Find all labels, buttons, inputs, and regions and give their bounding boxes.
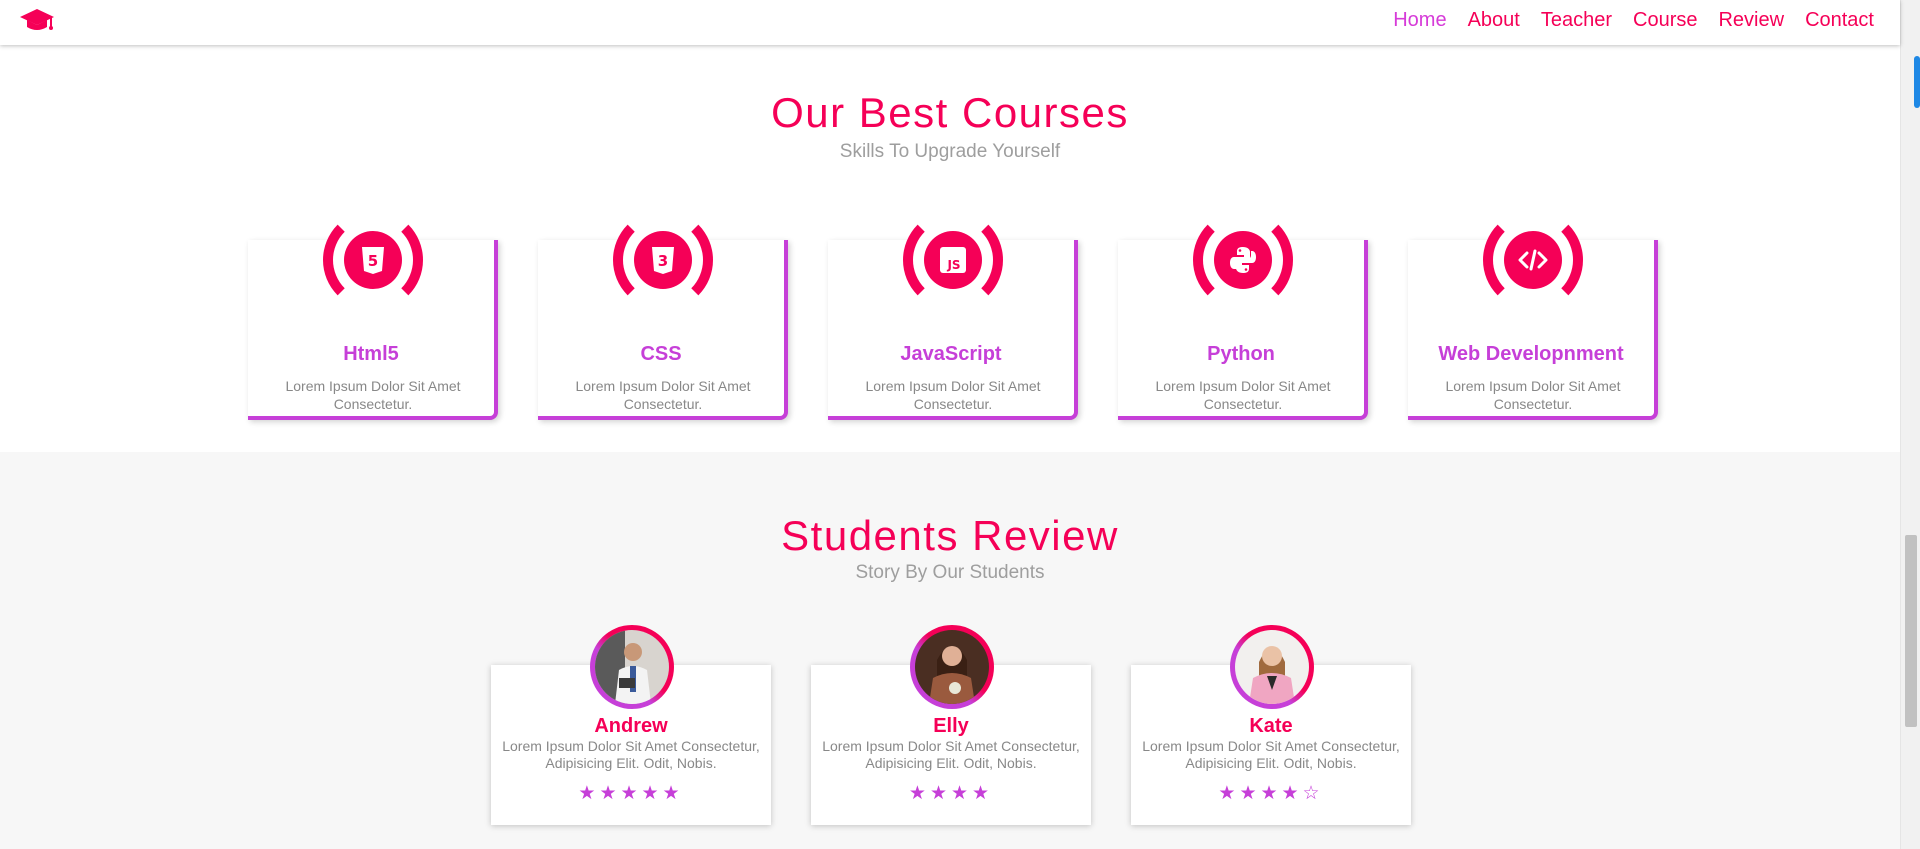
- course-desc: Lorem Ipsum Dolor Sit Amet Consectetur.: [575, 378, 751, 412]
- main-nav: Home About Teacher Course Review Contact: [1372, 0, 1874, 40]
- course-card-javascript[interactable]: JS JavaScript Lorem Ipsum Dolor Sit Amet…: [828, 210, 1078, 420]
- course-name: Python: [1207, 343, 1275, 365]
- course-desc: Lorem Ipsum Dolor Sit Amet Consectetur.: [1445, 378, 1621, 412]
- svg-text:3: 3: [658, 252, 668, 270]
- course-name: JavaScript: [900, 343, 1002, 365]
- course-name: Web Developnment: [1438, 343, 1624, 365]
- nav-review[interactable]: Review: [1718, 9, 1784, 32]
- avatar: [590, 625, 674, 709]
- scrollbar-thumb[interactable]: [1905, 535, 1917, 727]
- icon-ring: JS: [903, 210, 1003, 310]
- avatar-photo: [915, 630, 989, 704]
- nav-contact[interactable]: Contact: [1805, 9, 1874, 32]
- reviews-title: Students Review: [781, 512, 1119, 559]
- review-name: Kate: [1249, 715, 1293, 737]
- course-desc: Lorem Ipsum Dolor Sit Amet Consectetur.: [865, 378, 1041, 412]
- course-card-html5[interactable]: 5 Html5 Lorem Ipsum Dolor Sit Amet Conse…: [248, 210, 498, 420]
- star-rating-icon: ★★★★: [908, 783, 994, 804]
- course-card-python[interactable]: Python Lorem Ipsum Dolor Sit Amet Consec…: [1118, 210, 1368, 420]
- courses-section: Our Best Courses Skills To Upgrade Yours…: [0, 45, 1900, 452]
- scroll-indicator: [1914, 56, 1920, 108]
- nav-about[interactable]: About: [1468, 9, 1520, 32]
- site-header: Home About Teacher Course Review Contact: [0, 0, 1900, 45]
- javascript-icon: JS: [924, 231, 982, 289]
- nav-home[interactable]: Home: [1393, 9, 1446, 32]
- course-desc: Lorem Ipsum Dolor Sit Amet Consectetur.: [1155, 378, 1331, 412]
- avatar: [1230, 625, 1314, 709]
- css3-icon: 3: [634, 231, 692, 289]
- star-rating-icon: ★★★★☆: [1218, 783, 1324, 804]
- icon-ring: [1193, 210, 1293, 310]
- review-text: Lorem Ipsum Dolor Sit Amet Consectetur, …: [822, 738, 1080, 771]
- python-icon: [1214, 231, 1272, 289]
- graduation-cap-icon[interactable]: [18, 5, 56, 35]
- icon-ring: [1483, 210, 1583, 310]
- reviews-section: Students Review Story By Our Students An…: [0, 452, 1900, 849]
- courses-subtitle: Skills To Upgrade Yourself: [839, 141, 1061, 162]
- course-name: Html5: [343, 343, 399, 365]
- review-name: Andrew: [594, 715, 668, 737]
- course-name: CSS: [640, 343, 682, 365]
- avatar: [910, 625, 994, 709]
- nav-teacher[interactable]: Teacher: [1541, 9, 1612, 32]
- star-rating-icon: ★★★★★: [578, 783, 684, 804]
- html5-icon: 5: [344, 231, 402, 289]
- icon-ring: 5: [323, 210, 423, 310]
- avatar-photo: [595, 630, 669, 704]
- course-card-css[interactable]: 3 CSS Lorem Ipsum Dolor Sit Amet Consect…: [538, 210, 788, 420]
- review-name: Elly: [933, 715, 969, 737]
- course-card-web-development[interactable]: Web Developnment Lorem Ipsum Dolor Sit A…: [1408, 210, 1658, 420]
- code-icon: [1504, 231, 1562, 289]
- review-card-andrew: Andrew Lorem Ipsum Dolor Sit Amet Consec…: [491, 625, 771, 825]
- svg-text:JS: JS: [946, 258, 960, 272]
- review-text: Lorem Ipsum Dolor Sit Amet Consectetur, …: [502, 738, 760, 771]
- nav-course[interactable]: Course: [1633, 9, 1697, 32]
- review-card-kate: Kate Lorem Ipsum Dolor Sit Amet Consecte…: [1131, 625, 1411, 825]
- svg-text:5: 5: [368, 252, 378, 270]
- review-card-elly: Elly Lorem Ipsum Dolor Sit Amet Consecte…: [811, 625, 1091, 825]
- review-text: Lorem Ipsum Dolor Sit Amet Consectetur, …: [1142, 738, 1400, 771]
- course-desc: Lorem Ipsum Dolor Sit Amet Consectetur.: [285, 378, 461, 412]
- avatar-photo: [1235, 630, 1309, 704]
- courses-title: Our Best Courses: [771, 89, 1129, 136]
- scrollbar[interactable]: [1900, 0, 1920, 849]
- icon-ring: 3: [613, 210, 713, 310]
- reviews-subtitle: Story By Our Students: [855, 562, 1045, 583]
